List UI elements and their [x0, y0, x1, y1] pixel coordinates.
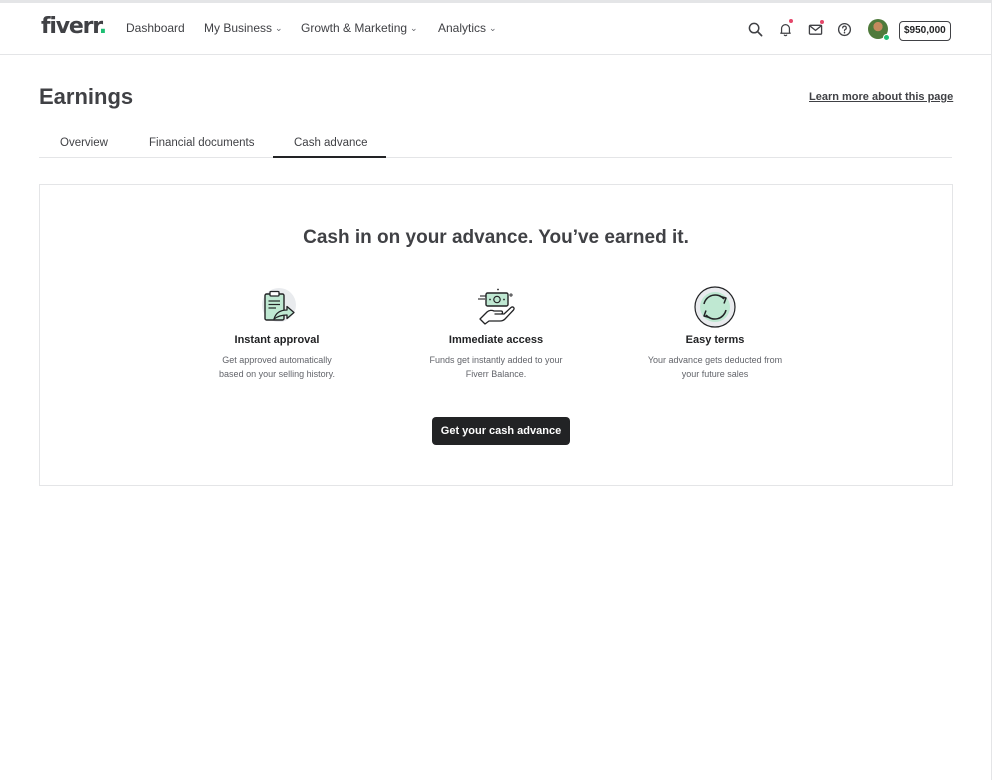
- feature-description-line: Fiverr Balance.: [465, 369, 527, 379]
- envelope-icon[interactable]: [806, 20, 824, 38]
- chevron-down-icon: ⌄: [410, 23, 418, 33]
- cash-advance-card: Cash in on your advance. You’ve earned i…: [39, 184, 953, 486]
- nav-growth-marketing[interactable]: Growth & Marketing ⌄: [301, 21, 418, 35]
- nav-my-business[interactable]: My Business ⌄: [204, 21, 283, 35]
- logo-dot: .: [98, 14, 107, 39]
- feature-easy-terms: Easy terms Your advance gets deducted fr…: [625, 285, 805, 381]
- feature-description-line: your future sales: [681, 369, 749, 379]
- learn-more-link[interactable]: Learn more about this page: [809, 91, 953, 103]
- get-cash-advance-button[interactable]: Get your cash advance: [432, 417, 570, 445]
- feature-title: Immediate access: [448, 334, 544, 346]
- nav-analytics-label: Analytics: [438, 21, 487, 35]
- feature-description: Get approved automatically based on your …: [187, 353, 367, 381]
- refresh-cycle-icon: [694, 286, 736, 328]
- feature-immediate-access: Immediate access Funds get instantly add…: [406, 285, 586, 381]
- tab-cash-advance[interactable]: Cash advance: [294, 137, 368, 149]
- cash-hand-icon: [478, 288, 515, 325]
- nav-dashboard[interactable]: Dashboard: [126, 21, 185, 35]
- tab-financial-documents[interactable]: Financial documents: [149, 137, 254, 149]
- feature-description-line: based on your selling history.: [219, 369, 335, 379]
- nav-growth-marketing-label: Growth & Marketing: [301, 21, 408, 35]
- card-title: Cash in on your advance. You’ve earned i…: [303, 227, 689, 248]
- feature-instant-approval: Instant approval Get approved automatica…: [187, 285, 367, 381]
- page-title: Earnings: [39, 84, 134, 109]
- search-icon[interactable]: [746, 20, 764, 38]
- feature-title: Instant approval: [234, 334, 320, 346]
- feature-description: Your advance gets deducted from your futu…: [625, 353, 805, 381]
- feature-description: Funds get instantly added to your Fiverr …: [406, 353, 586, 381]
- online-status-dot: [883, 34, 890, 41]
- top-navigation-bar: fiverr. Dashboard My Business ⌄ Growth &…: [0, 3, 992, 55]
- fiverr-logo[interactable]: fiverr.: [41, 14, 107, 39]
- feature-title: Easy terms: [685, 334, 745, 346]
- logo-text: fiverr: [41, 14, 100, 39]
- help-icon[interactable]: [835, 20, 853, 38]
- earnings-tabs: Overview Financial documents Cash advanc…: [39, 130, 952, 158]
- nav-dashboard-label: Dashboard: [126, 21, 185, 35]
- active-tab-indicator: [273, 156, 386, 158]
- chevron-down-icon: ⌄: [275, 23, 283, 33]
- feature-description-line: Get approved automatically: [222, 355, 332, 365]
- notification-dot: [789, 19, 793, 23]
- tab-overview[interactable]: Overview: [60, 137, 108, 149]
- chevron-down-icon: ⌄: [489, 23, 497, 33]
- clipboard-arrow-icon: [262, 288, 296, 322]
- feature-description-line: Funds get instantly added to your: [429, 355, 563, 365]
- nav-my-business-label: My Business: [204, 21, 273, 35]
- feature-description-line: Your advance gets deducted from: [647, 355, 783, 365]
- bell-icon[interactable]: [776, 19, 794, 38]
- nav-analytics[interactable]: Analytics ⌄: [438, 21, 497, 35]
- notification-dot: [820, 20, 824, 24]
- balance-badge[interactable]: $950,000: [899, 21, 951, 41]
